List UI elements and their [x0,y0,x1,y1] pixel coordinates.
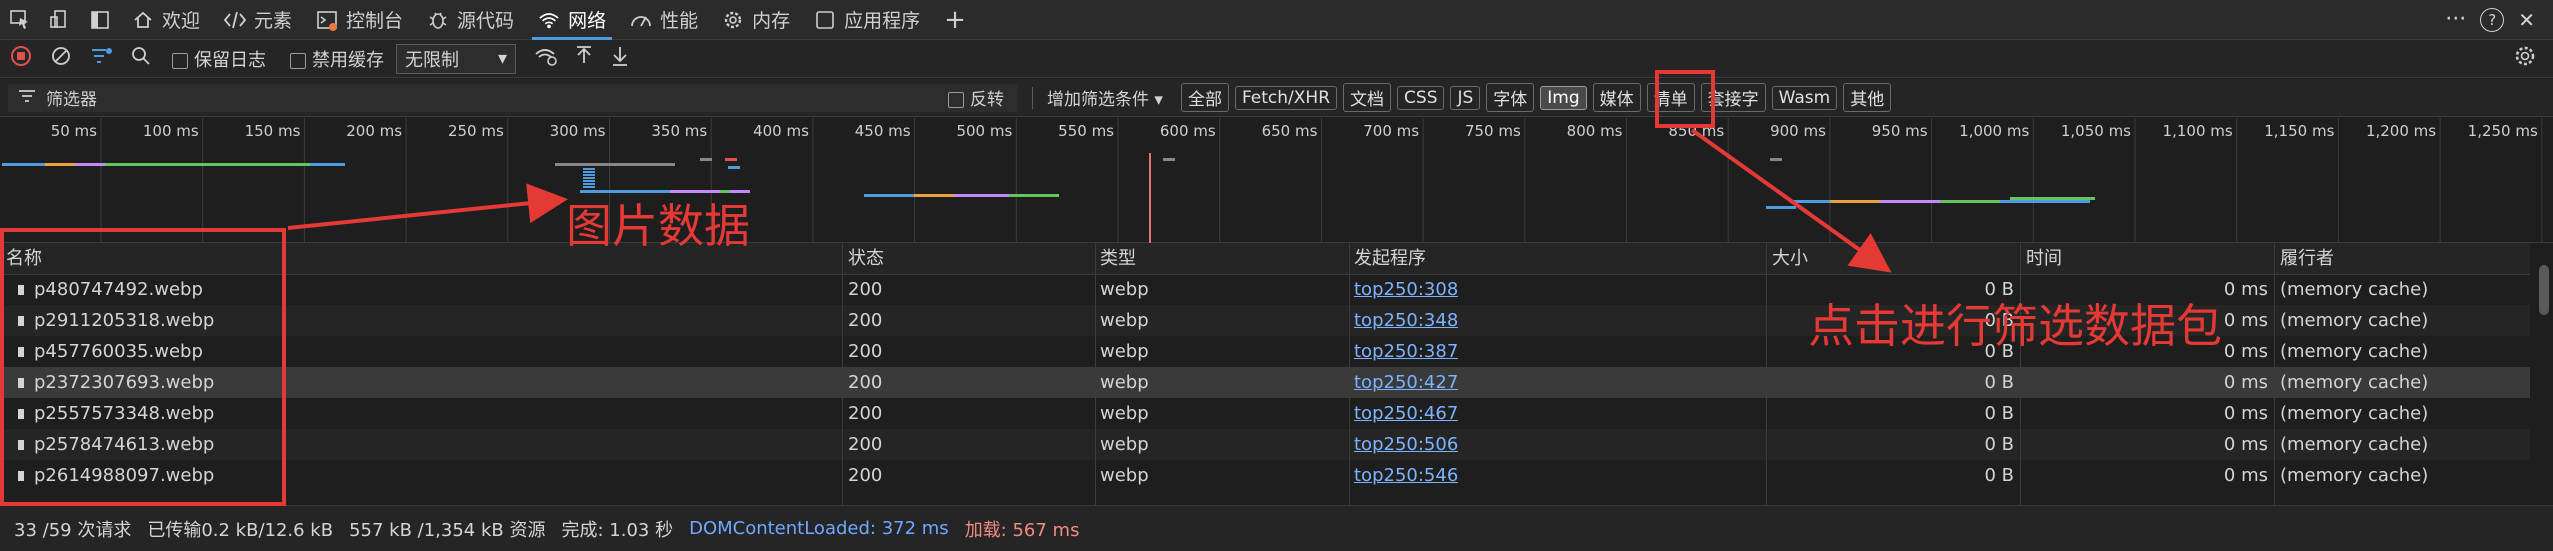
annotation-arrows [287,128,1892,273]
arrow-to-image-data [287,183,568,230]
arrow-to-click-filter [1690,128,1892,273]
